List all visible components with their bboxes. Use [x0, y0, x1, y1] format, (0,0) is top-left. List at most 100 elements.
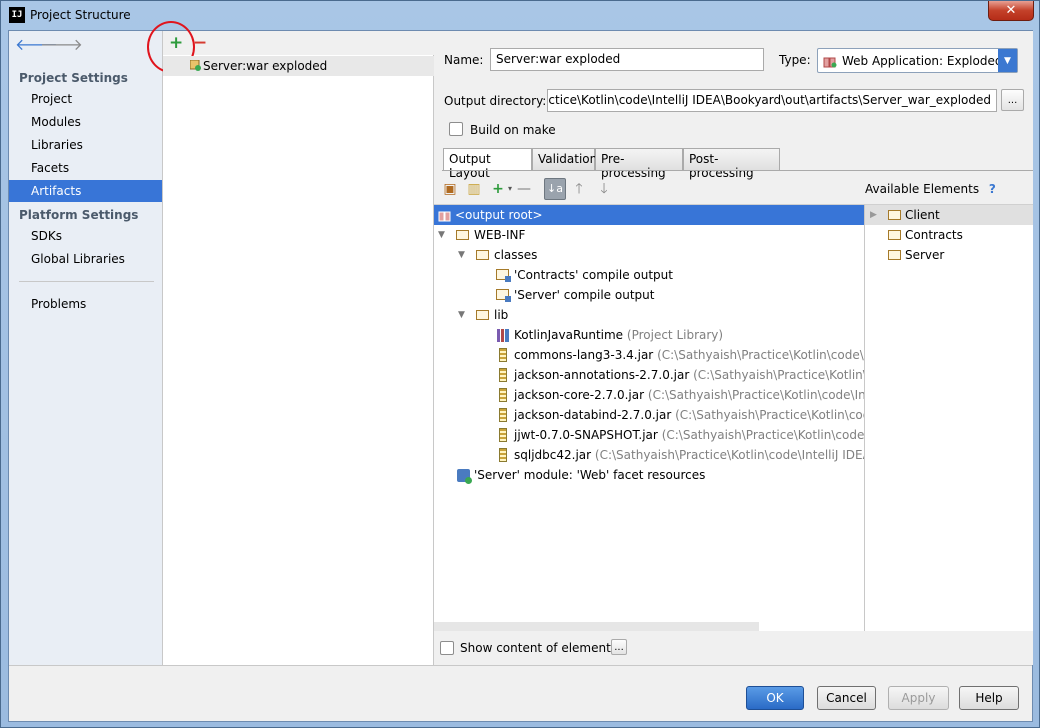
- close-window-button[interactable]: ✕: [988, 1, 1034, 21]
- intellij-app-icon: IJ: [9, 7, 25, 23]
- folder-icon: [456, 230, 469, 240]
- tree-row-note: (C:\Sathyaish\Practice\Kotlin\code\Intel…: [594, 448, 864, 462]
- browse-output-button[interactable]: ...: [1001, 89, 1024, 111]
- tree-row-jar[interactable]: jackson-databind-2.7.0.jar (C:\Sathyaish…: [434, 405, 864, 425]
- create-archive-icon[interactable]: ▥: [466, 181, 482, 197]
- move-up-icon[interactable]: 🡑: [571, 181, 587, 197]
- remove-element-icon[interactable]: —: [516, 181, 532, 197]
- tree-row-label: commons-lang3-3.4.jar: [514, 348, 654, 362]
- help-question-icon[interactable]: ?: [989, 182, 996, 196]
- show-content-label: Show content of elements: [460, 641, 618, 655]
- tree-row-label: jjwt-0.7.0-SNAPSHOT.jar: [514, 428, 658, 442]
- module-folder-icon: [888, 250, 901, 260]
- jar-icon: [499, 388, 507, 402]
- output-layout-tree[interactable]: <output root> ▼ WEB-INF ▼ classes 'Contr…: [434, 204, 864, 631]
- sidebar-item-artifacts[interactable]: Artifacts: [9, 180, 162, 202]
- build-on-make-checkbox[interactable]: [449, 122, 463, 136]
- sidebar-item-problems[interactable]: Problems: [9, 293, 162, 315]
- sidebar-item-facets[interactable]: Facets: [9, 157, 162, 179]
- sidebar-item-global-libraries[interactable]: Global Libraries: [9, 248, 162, 270]
- tab-pre-processing[interactable]: Pre-processing: [595, 148, 683, 180]
- tree-row-jar[interactable]: commons-lang3-3.4.jar (C:\Sathyaish\Prac…: [434, 345, 864, 365]
- jar-icon: [499, 408, 507, 422]
- tree-row-label: <output root>: [455, 208, 543, 222]
- sidebar-item-libraries[interactable]: Libraries: [9, 134, 162, 156]
- available-item-label: Contracts: [905, 228, 963, 242]
- help-button[interactable]: Help: [959, 686, 1019, 710]
- output-root-icon: [438, 211, 451, 222]
- tree-row-jar[interactable]: sqljdbc42.jar (C:\Sathyaish\Practice\Kot…: [434, 445, 864, 465]
- show-content-checkbox[interactable]: [440, 641, 454, 655]
- tree-row-jar[interactable]: jjwt-0.7.0-SNAPSHOT.jar (C:\Sathyaish\Pr…: [434, 425, 864, 445]
- tree-row-web-facet-resources[interactable]: 'Server' module: 'Web' facet resources: [434, 465, 864, 485]
- cancel-button[interactable]: Cancel: [817, 686, 876, 710]
- tree-row-note: (Project Library): [626, 328, 724, 342]
- settings-sidebar: 🡐 🡒 Project Settings Project Modules Lib…: [9, 31, 163, 665]
- folder-icon: [476, 310, 489, 320]
- collapsed-triangle-icon[interactable]: ▶: [870, 205, 877, 225]
- show-content-more-button[interactable]: ...: [611, 639, 627, 655]
- create-directory-icon[interactable]: ▣: [442, 181, 458, 197]
- available-item-label: Client: [905, 208, 940, 222]
- output-directory-input[interactable]: aish\Practice\Kotlin\code\IntelliJ IDEA\…: [547, 89, 997, 112]
- available-item-client[interactable]: ▶ Client: [865, 205, 1033, 225]
- tree-row-web-inf[interactable]: ▼ WEB-INF: [434, 225, 864, 245]
- apply-button[interactable]: Apply: [888, 686, 949, 710]
- artifact-label: Server:war exploded: [203, 59, 328, 73]
- tree-row-lib[interactable]: ▼ lib: [434, 305, 864, 325]
- tree-row-label: jackson-annotations-2.7.0.jar: [514, 368, 690, 382]
- tree-row-jar[interactable]: jackson-core-2.7.0.jar (C:\Sathyaish\Pra…: [434, 385, 864, 405]
- move-down-icon[interactable]: 🡓: [596, 181, 612, 197]
- available-item-contracts[interactable]: Contracts: [865, 225, 1033, 245]
- tree-row-label: WEB-INF: [474, 228, 526, 242]
- expand-triangle-icon[interactable]: ▼: [458, 305, 465, 325]
- forward-arrow-icon[interactable]: 🡒: [40, 37, 83, 53]
- build-on-make-label: Build on make: [470, 123, 556, 137]
- available-item-label: Server: [905, 248, 945, 262]
- platform-settings-heading: Platform Settings: [19, 208, 139, 222]
- tab-output-layout[interactable]: Output Layout: [443, 148, 532, 180]
- name-input[interactable]: Server:war exploded: [490, 48, 764, 71]
- available-elements-tree[interactable]: ▶ Client Contracts Server: [864, 204, 1033, 631]
- sort-elements-icon[interactable]: ↓a: [544, 178, 566, 200]
- sidebar-item-sdks[interactable]: SDKs: [9, 225, 162, 247]
- expand-triangle-icon[interactable]: ▼: [438, 225, 445, 245]
- module-folder-icon: [888, 210, 901, 220]
- library-icon: [497, 329, 509, 342]
- type-select[interactable]: Web Application: Exploded ▼: [817, 48, 1018, 73]
- remove-artifact-icon[interactable]: −: [193, 33, 207, 53]
- module-output-icon: [496, 269, 511, 282]
- tree-row-label: jackson-databind-2.7.0.jar: [514, 408, 672, 422]
- output-directory-value: aish\Practice\Kotlin\code\IntelliJ IDEA\…: [547, 93, 991, 107]
- tree-row-note: (C:\Sathyaish\Practice\Kotlin\code\Intel…: [657, 348, 864, 362]
- tree-row-label: 'Contracts' compile output: [514, 268, 673, 282]
- sidebar-item-project[interactable]: Project: [9, 88, 162, 110]
- tree-row-kotlin-runtime[interactable]: KotlinJavaRuntime (Project Library): [434, 325, 864, 345]
- module-folder-icon: [888, 230, 901, 240]
- artifact-icon: [190, 60, 201, 71]
- available-item-server[interactable]: Server: [865, 245, 1033, 265]
- output-layout-toolbar: ▣ ▥ + ▾ — ↓a 🡑 🡓: [434, 176, 864, 202]
- jar-icon: [499, 368, 507, 382]
- expand-triangle-icon[interactable]: ▼: [458, 245, 465, 265]
- tab-strip-divider: [442, 170, 1033, 171]
- jar-icon: [499, 428, 507, 442]
- sidebar-item-modules[interactable]: Modules: [9, 111, 162, 133]
- artifact-item[interactable]: Server:war exploded: [163, 56, 434, 76]
- window-title: Project Structure: [30, 8, 131, 22]
- tree-row-label: jackson-core-2.7.0.jar: [514, 388, 645, 402]
- module-output-icon: [496, 289, 511, 302]
- tree-row-label: classes: [494, 248, 538, 262]
- chevron-down-icon[interactable]: ▼: [998, 49, 1017, 72]
- horizontal-scrollbar[interactable]: [434, 622, 759, 631]
- tree-row-output-root[interactable]: <output root>: [434, 205, 864, 225]
- tab-validation[interactable]: Validation: [532, 148, 597, 170]
- tab-post-processing[interactable]: Post-processing: [683, 148, 780, 180]
- tree-row-jar[interactable]: jackson-annotations-2.7.0.jar (C:\Sathya…: [434, 365, 864, 385]
- ok-button[interactable]: OK: [746, 686, 804, 710]
- tree-row-server-output[interactable]: 'Server' compile output: [434, 285, 864, 305]
- name-label: Name:: [444, 53, 484, 67]
- tree-row-classes[interactable]: ▼ classes: [434, 245, 864, 265]
- project-settings-heading: Project Settings: [19, 71, 128, 85]
- tree-row-contracts-output[interactable]: 'Contracts' compile output: [434, 265, 864, 285]
